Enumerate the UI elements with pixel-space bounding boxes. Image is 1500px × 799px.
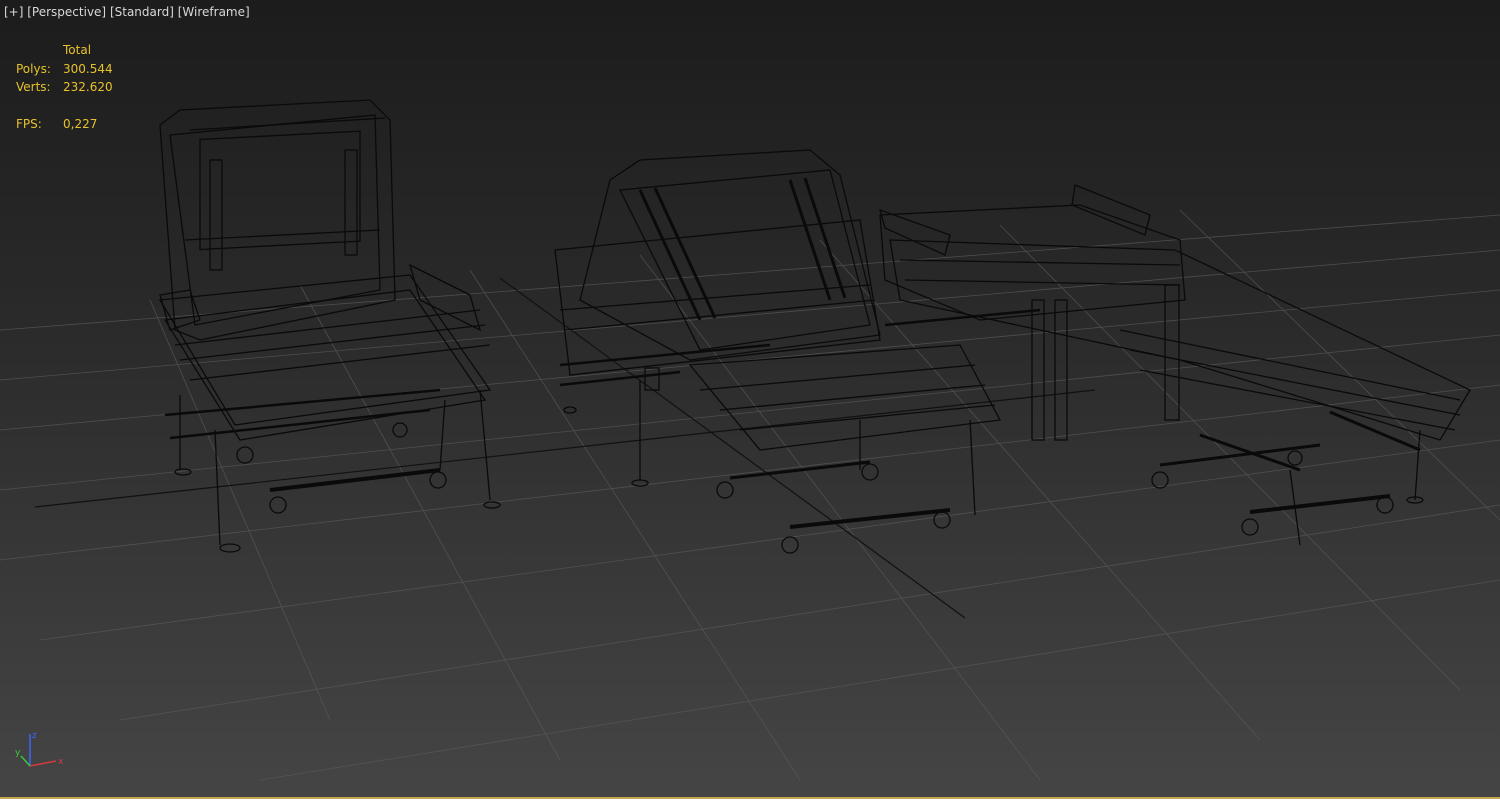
polys-value: 300.544 [63,61,113,76]
scene-canvas[interactable] [0,0,1500,799]
viewport-label-menu[interactable]: [+] [Perspective] [Standard] [Wireframe] [4,5,250,19]
stats-header: Total [63,43,92,57]
viewport-general-menu[interactable]: [+] [4,5,23,19]
statistics-overlay: Total Polys: 300.544 Verts: 232.620 FPS:… [16,41,113,134]
polys-label: Polys: [16,61,51,76]
verts-value: 232.620 [63,80,113,95]
viewport-shading-mode-menu[interactable]: [Wireframe] [178,5,250,19]
axis-tripod-icon: z x y [15,731,64,767]
fps-value: 0,227 [63,117,98,132]
perspective-viewport[interactable]: [+] [Perspective] [Standard] [Wireframe]… [0,0,1500,799]
fps-label: FPS: [16,117,42,132]
viewport-view-menu[interactable]: [Perspective] [27,5,106,19]
home-grid [0,209,1500,781]
viewport-shading-preset-menu[interactable]: [Standard] [110,5,174,19]
axis-x-label: x [58,757,64,767]
axis-y-label: y [15,748,21,758]
wireframe-chair-reclined[interactable] [554,149,1002,554]
verts-label: Verts: [16,80,51,95]
wireframe-chair-upright[interactable] [158,99,501,553]
axis-z-label: z [32,731,37,741]
